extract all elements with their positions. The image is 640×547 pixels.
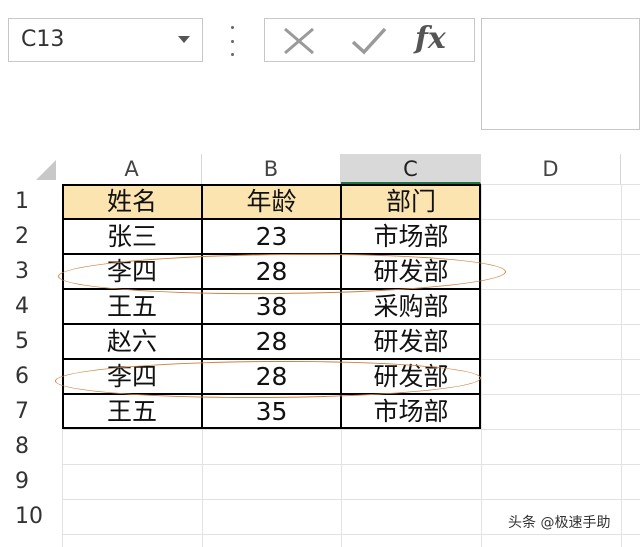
cell-b3[interactable]: 28 bbox=[202, 254, 341, 289]
cell-b7[interactable]: 35 bbox=[202, 394, 341, 429]
gridline bbox=[481, 254, 640, 255]
cell-c5[interactable]: 研发部 bbox=[341, 324, 481, 359]
table-border bbox=[62, 218, 481, 220]
cancel-icon[interactable] bbox=[279, 25, 319, 57]
cell-c3[interactable]: 研发部 bbox=[341, 254, 481, 289]
row-header-7[interactable]: 7 bbox=[0, 394, 62, 429]
gridline bbox=[62, 499, 640, 500]
cell-c2[interactable]: 市场部 bbox=[341, 219, 481, 254]
gridline bbox=[481, 184, 640, 185]
formula-bar-area: C13 fx bbox=[0, 0, 640, 150]
formula-buttons: fx bbox=[264, 18, 475, 62]
cell-c6[interactable]: 研发部 bbox=[341, 359, 481, 394]
cell-a6[interactable]: 李四 bbox=[62, 359, 202, 394]
table-border bbox=[62, 288, 481, 290]
cell-c7[interactable]: 市场部 bbox=[341, 394, 481, 429]
cell-a7[interactable]: 王五 bbox=[62, 394, 202, 429]
gridline bbox=[481, 184, 482, 547]
cell-a2[interactable]: 张三 bbox=[62, 219, 202, 254]
table-border bbox=[62, 323, 481, 325]
cell-a4[interactable]: 王五 bbox=[62, 289, 202, 324]
column-header-a[interactable]: A bbox=[62, 154, 202, 184]
table-border bbox=[62, 253, 481, 255]
gridline bbox=[621, 184, 622, 547]
name-box[interactable]: C13 bbox=[8, 18, 203, 62]
cell-a3[interactable]: 李四 bbox=[62, 254, 202, 289]
cell-a5[interactable]: 赵六 bbox=[62, 324, 202, 359]
name-box-value: C13 bbox=[21, 27, 65, 52]
more-options-icon[interactable] bbox=[228, 26, 236, 56]
row-header-2[interactable]: 2 bbox=[0, 219, 62, 254]
select-all-corner[interactable] bbox=[0, 154, 62, 184]
gridline bbox=[481, 219, 640, 220]
gridline bbox=[62, 464, 640, 465]
row-header-5[interactable]: 5 bbox=[0, 324, 62, 359]
gridline bbox=[62, 429, 640, 430]
cell-c4[interactable]: 采购部 bbox=[341, 289, 481, 324]
row-header-3[interactable]: 3 bbox=[0, 254, 62, 289]
row-header-10[interactable]: 10 bbox=[0, 499, 62, 534]
formula-input[interactable] bbox=[481, 18, 640, 130]
column-header-d[interactable]: D bbox=[481, 154, 621, 184]
cell-b1[interactable]: 年龄 bbox=[202, 184, 341, 219]
row-header-9[interactable]: 9 bbox=[0, 464, 62, 499]
enter-check-icon[interactable] bbox=[349, 25, 389, 57]
table-border bbox=[62, 358, 481, 360]
row-header-4[interactable]: 4 bbox=[0, 289, 62, 324]
table-border bbox=[62, 393, 481, 395]
row-header-6[interactable]: 6 bbox=[0, 359, 62, 394]
cell-b6[interactable]: 28 bbox=[202, 359, 341, 394]
chevron-down-icon[interactable] bbox=[178, 36, 190, 43]
cell-b4[interactable]: 38 bbox=[202, 289, 341, 324]
gridline bbox=[481, 359, 640, 360]
gridline bbox=[481, 394, 640, 395]
column-header-b[interactable]: B bbox=[202, 154, 341, 184]
cell-a1[interactable]: 姓名 bbox=[62, 184, 202, 219]
cell-b2[interactable]: 23 bbox=[202, 219, 341, 254]
row-header-1[interactable]: 1 bbox=[0, 184, 62, 219]
gridline bbox=[62, 534, 640, 535]
row-header-8[interactable]: 8 bbox=[0, 429, 62, 464]
watermark: 头条 @极速手助 bbox=[508, 512, 611, 532]
column-header-c[interactable]: C bbox=[341, 154, 481, 184]
gridline bbox=[481, 289, 640, 290]
insert-function-icon[interactable]: fx bbox=[415, 21, 446, 56]
gridline bbox=[481, 324, 640, 325]
cell-b5[interactable]: 28 bbox=[202, 324, 341, 359]
cell-c1[interactable]: 部门 bbox=[341, 184, 481, 219]
